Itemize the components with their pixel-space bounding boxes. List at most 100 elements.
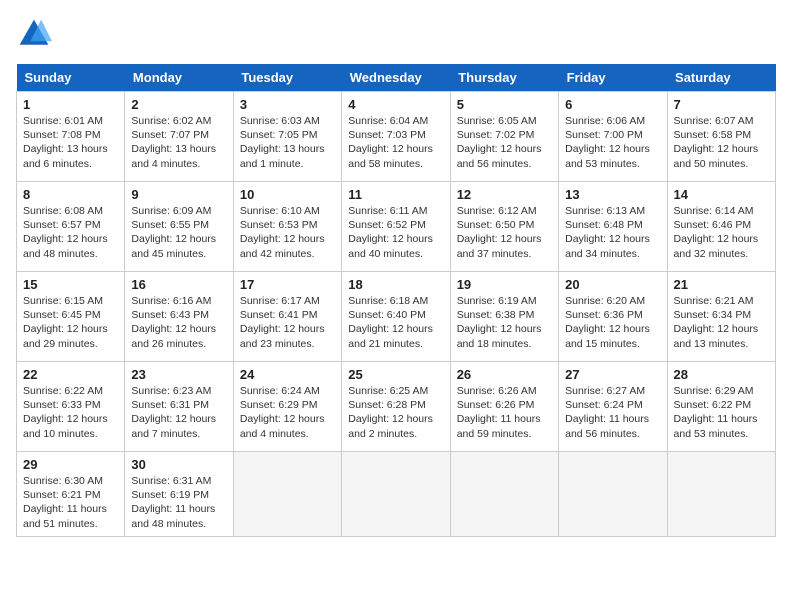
cell-info: Sunrise: 6:01 AM Sunset: 7:08 PM Dayligh… — [23, 114, 118, 171]
calendar-week: 1 Sunrise: 6:01 AM Sunset: 7:08 PM Daylig… — [17, 92, 776, 182]
day-number: 28 — [674, 367, 769, 382]
table-row: 27Sunrise: 6:27 AM Sunset: 6:24 PM Dayli… — [559, 362, 667, 452]
day-number: 13 — [565, 187, 660, 202]
day-number: 14 — [674, 187, 769, 202]
day-number: 23 — [131, 367, 226, 382]
table-row: 29Sunrise: 6:30 AM Sunset: 6:21 PM Dayli… — [17, 452, 125, 537]
cell-info: Sunrise: 6:25 AM Sunset: 6:28 PM Dayligh… — [348, 384, 443, 441]
col-thursday: Thursday — [450, 64, 558, 92]
table-row: 30 Sunrise: 6:31 AM Sunset: 6:19 PM Dayli… — [125, 452, 233, 537]
calendar-table: Sunday Monday Tuesday Wednesday Thursday… — [16, 64, 776, 537]
day-number: 6 — [565, 97, 660, 112]
table-row: 13 Sunrise: 6:13 AM Sunset: 6:48 PM Dayli… — [559, 182, 667, 272]
table-row — [233, 452, 341, 537]
table-row: 11Sunrise: 6:11 AM Sunset: 6:52 PM Dayli… — [342, 182, 450, 272]
day-number: 20 — [565, 277, 660, 292]
day-number: 18 — [348, 277, 443, 292]
day-number: 11 — [348, 187, 443, 202]
day-number: 8 — [23, 187, 118, 202]
calendar-week: 29Sunrise: 6:30 AM Sunset: 6:21 PM Dayli… — [17, 452, 776, 537]
table-row: 3 Sunrise: 6:03 AM Sunset: 7:05 PM Daylig… — [233, 92, 341, 182]
logo — [16, 16, 58, 52]
day-number: 16 — [131, 277, 226, 292]
table-row: 22 Sunrise: 6:22 AM Sunset: 6:33 PM Dayli… — [17, 362, 125, 452]
day-number: 5 — [457, 97, 552, 112]
table-row: 9 Sunrise: 6:09 AM Sunset: 6:55 PM Daylig… — [125, 182, 233, 272]
day-number: 27 — [565, 367, 660, 382]
day-number: 17 — [240, 277, 335, 292]
day-number: 4 — [348, 97, 443, 112]
cell-info: Sunrise: 6:16 AM Sunset: 6:43 PM Dayligh… — [131, 294, 226, 351]
table-row — [667, 452, 775, 537]
table-row: 7 Sunrise: 6:07 AM Sunset: 6:58 PM Daylig… — [667, 92, 775, 182]
table-row: 1 Sunrise: 6:01 AM Sunset: 7:08 PM Daylig… — [17, 92, 125, 182]
calendar-week: 22 Sunrise: 6:22 AM Sunset: 6:33 PM Dayli… — [17, 362, 776, 452]
table-row: 15 Sunrise: 6:15 AM Sunset: 6:45 PM Dayli… — [17, 272, 125, 362]
cell-info: Sunrise: 6:15 AM Sunset: 6:45 PM Dayligh… — [23, 294, 118, 351]
table-row: 20 Sunrise: 6:20 AM Sunset: 6:36 PM Dayli… — [559, 272, 667, 362]
day-number: 7 — [674, 97, 769, 112]
table-row: 24 Sunrise: 6:24 AM Sunset: 6:29 PM Dayli… — [233, 362, 341, 452]
day-number: 3 — [240, 97, 335, 112]
day-number: 22 — [23, 367, 118, 382]
cell-info: Sunrise: 6:09 AM Sunset: 6:55 PM Dayligh… — [131, 204, 226, 261]
cell-info: Sunrise: 6:22 AM Sunset: 6:33 PM Dayligh… — [23, 384, 118, 441]
cell-info: Sunrise: 6:12 AM Sunset: 6:50 PM Dayligh… — [457, 204, 552, 261]
table-row: 12 Sunrise: 6:12 AM Sunset: 6:50 PM Dayli… — [450, 182, 558, 272]
day-number: 19 — [457, 277, 552, 292]
cell-info: Sunrise: 6:07 AM Sunset: 6:58 PM Dayligh… — [674, 114, 769, 171]
cell-info: Sunrise: 6:19 AM Sunset: 6:38 PM Dayligh… — [457, 294, 552, 351]
col-wednesday: Wednesday — [342, 64, 450, 92]
table-row: 23 Sunrise: 6:23 AM Sunset: 6:31 PM Dayli… — [125, 362, 233, 452]
table-row: 10 Sunrise: 6:10 AM Sunset: 6:53 PM Dayli… — [233, 182, 341, 272]
cell-info: Sunrise: 6:03 AM Sunset: 7:05 PM Dayligh… — [240, 114, 335, 171]
cell-info: Sunrise: 6:31 AM Sunset: 6:19 PM Dayligh… — [131, 474, 226, 531]
day-number: 26 — [457, 367, 552, 382]
cell-info: Sunrise: 6:18 AM Sunset: 6:40 PM Dayligh… — [348, 294, 443, 351]
cell-info: Sunrise: 6:20 AM Sunset: 6:36 PM Dayligh… — [565, 294, 660, 351]
table-row: 5Sunrise: 6:05 AM Sunset: 7:02 PM Daylig… — [450, 92, 558, 182]
table-row: 26 Sunrise: 6:26 AM Sunset: 6:26 PM Dayli… — [450, 362, 558, 452]
col-tuesday: Tuesday — [233, 64, 341, 92]
day-number: 12 — [457, 187, 552, 202]
table-row — [450, 452, 558, 537]
table-row: 14 Sunrise: 6:14 AM Sunset: 6:46 PM Dayli… — [667, 182, 775, 272]
cell-info: Sunrise: 6:24 AM Sunset: 6:29 PM Dayligh… — [240, 384, 335, 441]
day-number: 21 — [674, 277, 769, 292]
cell-info: Sunrise: 6:02 AM Sunset: 7:07 PM Dayligh… — [131, 114, 226, 171]
table-row — [342, 452, 450, 537]
table-row: 6 Sunrise: 6:06 AM Sunset: 7:00 PM Daylig… — [559, 92, 667, 182]
header — [16, 16, 776, 52]
table-row: 4 Sunrise: 6:04 AM Sunset: 7:03 PM Daylig… — [342, 92, 450, 182]
cell-info: Sunrise: 6:04 AM Sunset: 7:03 PM Dayligh… — [348, 114, 443, 171]
cell-info: Sunrise: 6:23 AM Sunset: 6:31 PM Dayligh… — [131, 384, 226, 441]
logo-icon — [16, 16, 52, 52]
day-number: 9 — [131, 187, 226, 202]
day-number: 1 — [23, 97, 118, 112]
cell-info: Sunrise: 6:21 AM Sunset: 6:34 PM Dayligh… — [674, 294, 769, 351]
cell-info: Sunrise: 6:08 AM Sunset: 6:57 PM Dayligh… — [23, 204, 118, 261]
col-friday: Friday — [559, 64, 667, 92]
table-row: 17 Sunrise: 6:17 AM Sunset: 6:41 PM Dayli… — [233, 272, 341, 362]
table-row: 28 Sunrise: 6:29 AM Sunset: 6:22 PM Dayli… — [667, 362, 775, 452]
table-row: 18 Sunrise: 6:18 AM Sunset: 6:40 PM Dayli… — [342, 272, 450, 362]
col-monday: Monday — [125, 64, 233, 92]
col-sunday: Sunday — [17, 64, 125, 92]
table-row: 2Sunrise: 6:02 AM Sunset: 7:07 PM Daylig… — [125, 92, 233, 182]
day-number: 30 — [131, 457, 226, 472]
cell-info: Sunrise: 6:17 AM Sunset: 6:41 PM Dayligh… — [240, 294, 335, 351]
day-number: 29 — [23, 457, 118, 472]
day-number: 10 — [240, 187, 335, 202]
cell-info: Sunrise: 6:26 AM Sunset: 6:26 PM Dayligh… — [457, 384, 552, 441]
calendar-week: 15 Sunrise: 6:15 AM Sunset: 6:45 PM Dayli… — [17, 272, 776, 362]
day-number: 24 — [240, 367, 335, 382]
day-number: 15 — [23, 277, 118, 292]
cell-info: Sunrise: 6:29 AM Sunset: 6:22 PM Dayligh… — [674, 384, 769, 441]
col-saturday: Saturday — [667, 64, 775, 92]
cell-info: Sunrise: 6:10 AM Sunset: 6:53 PM Dayligh… — [240, 204, 335, 261]
cell-info: Sunrise: 6:13 AM Sunset: 6:48 PM Dayligh… — [565, 204, 660, 261]
cell-info: Sunrise: 6:14 AM Sunset: 6:46 PM Dayligh… — [674, 204, 769, 261]
header-row: Sunday Monday Tuesday Wednesday Thursday… — [17, 64, 776, 92]
cell-info: Sunrise: 6:06 AM Sunset: 7:00 PM Dayligh… — [565, 114, 660, 171]
day-number: 25 — [348, 367, 443, 382]
